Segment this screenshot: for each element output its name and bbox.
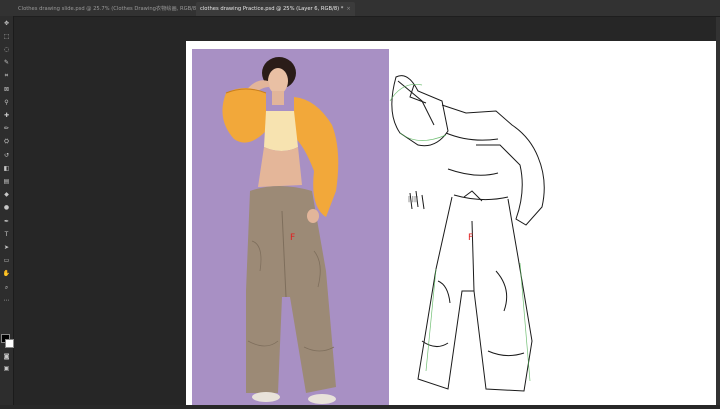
tab-clothes-drawing-practice[interactable]: clothes drawing Practice.psd @ 25% (Laye… [196, 2, 355, 16]
quick-mask-icon[interactable]: ◙ [2, 352, 11, 361]
quick-select-tool-icon[interactable]: ✎ [2, 59, 11, 68]
eraser-tool-icon[interactable]: ◧ [2, 164, 11, 173]
canvas-artwork[interactable]: F F | ||| [186, 41, 720, 405]
crop-tool-icon[interactable]: ⌗ [2, 72, 11, 81]
zoom-tool-icon[interactable]: ⌕ [2, 283, 11, 292]
marquee-tool-icon[interactable]: ⬚ [2, 32, 11, 41]
eyedropper-tool-icon[interactable]: ⚲ [2, 98, 11, 107]
more-tools-icon[interactable]: ⋯ [2, 296, 11, 305]
document-canvas[interactable]: F F | ||| [186, 41, 720, 405]
tab-label: Clothes drawing slide.psd @ 25.7% (Cloth… [18, 6, 203, 12]
pen-tool-icon[interactable]: ✒ [2, 217, 11, 226]
annotation-mark-left: F [290, 233, 295, 243]
document-tab-bar: Clothes drawing slide.psd @ 25.7% (Cloth… [0, 0, 720, 17]
gradient-tool-icon[interactable]: ▤ [2, 177, 11, 186]
dodge-tool-icon[interactable]: ● [2, 204, 11, 213]
brush-tool-icon[interactable]: ✏ [2, 125, 11, 134]
history-brush-tool-icon[interactable]: ↺ [2, 151, 11, 160]
clone-stamp-tool-icon[interactable]: ⛭ [2, 138, 11, 147]
hand-tool-icon[interactable]: ✋ [2, 270, 11, 279]
lasso-tool-icon[interactable]: ◌ [2, 45, 11, 54]
healing-brush-tool-icon[interactable]: ✚ [2, 111, 11, 120]
screen-mode-icon[interactable]: ▣ [2, 364, 11, 373]
color-swatches[interactable] [1, 334, 14, 348]
frame-tool-icon[interactable]: ⊠ [2, 85, 11, 94]
tools-panel: ✥ ⬚ ◌ ✎ ⌗ ⊠ ⚲ ✚ ✏ ⛭ ↺ ◧ ▤ ◆ ● ✒ T ➤ ▭ ✋ ⌕ ⋯ ◙ ▣ [0, 16, 14, 405]
annotation-mark-right: F [468, 233, 473, 243]
move-tool-icon[interactable]: ✥ [2, 19, 11, 28]
type-tool-icon[interactable]: T [2, 230, 11, 239]
sketch-marks: | ||| [408, 196, 418, 203]
right-scrollbar[interactable] [716, 17, 720, 405]
background-color-swatch[interactable] [5, 339, 14, 348]
rectangle-tool-icon[interactable]: ▭ [2, 257, 11, 266]
tab-label: clothes drawing Practice.psd @ 25% (Laye… [200, 6, 344, 12]
tab-clothes-drawing-slide[interactable]: Clothes drawing slide.psd @ 25.7% (Cloth… [14, 2, 214, 16]
path-select-tool-icon[interactable]: ➤ [2, 243, 11, 252]
close-icon[interactable]: × [346, 6, 350, 12]
guide-lines [389, 84, 531, 382]
blur-tool-icon[interactable]: ◆ [2, 191, 11, 200]
